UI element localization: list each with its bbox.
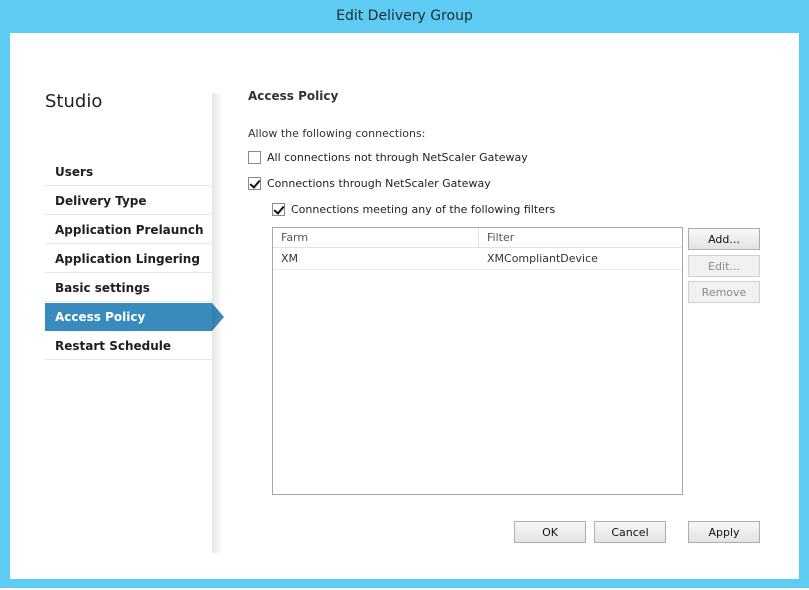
sidebar-item-restart-schedule[interactable]: Restart Schedule: [45, 332, 212, 360]
option-label: Connections through NetScaler Gateway: [267, 177, 491, 190]
sidebar-item-access-policy[interactable]: Access Policy: [45, 303, 224, 331]
add-filter-button[interactable]: Add...: [688, 228, 760, 250]
cell-farm: XM: [281, 252, 299, 265]
sidebar-divider-shadow: [212, 93, 222, 553]
ok-button[interactable]: OK: [514, 521, 586, 543]
filters-table[interactable]: Farm Filter XM XMCompliantDevice: [272, 227, 683, 495]
wizard-sidebar: Studio Users Delivery Type Application P…: [10, 33, 224, 554]
option-label: All connections not through NetScaler Ga…: [267, 151, 528, 164]
table-header: Farm Filter: [273, 228, 682, 248]
cancel-button[interactable]: Cancel: [594, 521, 666, 543]
section-title: Access Policy: [248, 89, 339, 103]
cell-filter: XMCompliantDevice: [487, 252, 598, 265]
checkbox-unchecked[interactable]: [248, 151, 261, 164]
dialog-client-area: Studio Users Delivery Type Application P…: [10, 33, 799, 579]
sidebar-item-application-prelaunch[interactable]: Application Prelaunch: [45, 216, 212, 244]
column-header-filter[interactable]: Filter: [479, 228, 682, 247]
checkbox-checked[interactable]: [272, 203, 285, 216]
checkbox-checked[interactable]: [248, 177, 261, 190]
sidebar-item-application-lingering[interactable]: Application Lingering: [45, 245, 212, 273]
sidebar-item-basic-settings[interactable]: Basic settings: [45, 274, 212, 302]
sidebar-item-delivery-type[interactable]: Delivery Type: [45, 187, 212, 215]
allow-connections-label: Allow the following connections:: [248, 127, 426, 140]
option-label: Connections meeting any of the following…: [291, 203, 556, 216]
window-title: Edit Delivery Group: [336, 8, 473, 24]
apply-button[interactable]: Apply: [688, 521, 760, 543]
sidebar-title: Studio: [45, 91, 103, 112]
option-connections-meeting-filters[interactable]: Connections meeting any of the following…: [272, 203, 555, 216]
remove-filter-button[interactable]: Remove: [688, 281, 760, 303]
edit-filter-button[interactable]: Edit...: [688, 255, 760, 277]
dialog-window: Edit Delivery Group Studio Users Deliver…: [0, 0, 809, 588]
sidebar-item-users[interactable]: Users: [45, 158, 212, 186]
option-connections-through-gateway[interactable]: Connections through NetScaler Gateway: [248, 177, 491, 190]
table-row[interactable]: XM XMCompliantDevice: [273, 248, 682, 270]
option-all-connections-not-gateway[interactable]: All connections not through NetScaler Ga…: [248, 151, 528, 164]
column-header-farm[interactable]: Farm: [273, 228, 479, 247]
